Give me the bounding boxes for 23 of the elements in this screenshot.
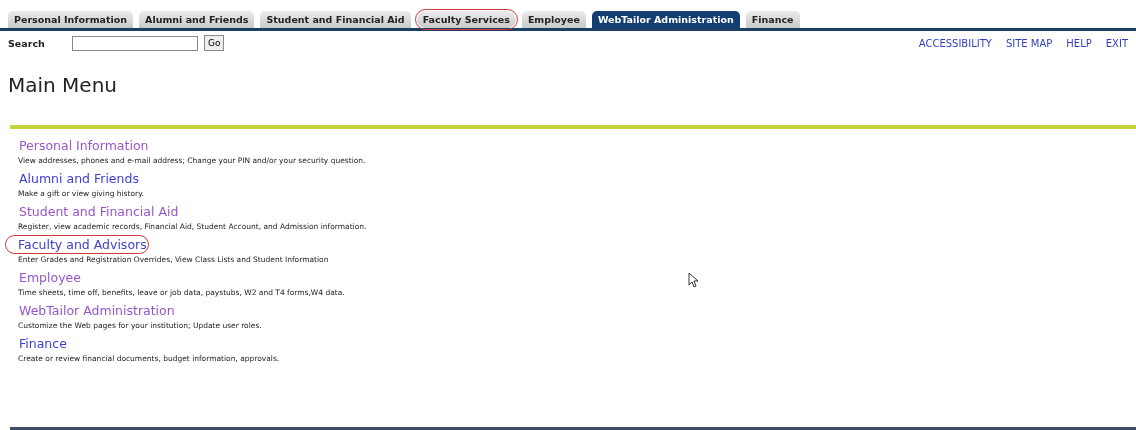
header-link[interactable]: SITE MAP [1005, 37, 1053, 49]
search-field[interactable] [72, 35, 198, 51]
go-button[interactable]: Go [204, 35, 225, 51]
menu-link[interactable]: Alumni and Friends [18, 170, 140, 187]
header-link[interactable]: HELP [1066, 37, 1092, 49]
nav-tab[interactable]: Employee [521, 11, 586, 28]
menu-link[interactable]: Finance [18, 335, 68, 352]
nav-tab[interactable]: Personal Information [8, 11, 134, 28]
nav-tab[interactable]: Alumni and Friends [139, 11, 255, 28]
nav-tab[interactable]: Student and Financial Aid [260, 11, 411, 28]
page-heading: Main Menu [8, 73, 118, 99]
nav-tab[interactable]: Faculty Services [416, 11, 516, 28]
cursor-icon [688, 272, 698, 288]
nav-tab[interactable]: WebTailor Administration [591, 11, 740, 28]
menu-link[interactable]: Student and Financial Aid [18, 203, 180, 220]
menu-link[interactable]: WebTailor Administration [18, 302, 176, 319]
menu-link[interactable]: Employee [18, 269, 82, 286]
header-link[interactable]: ACCESSIBILITY [918, 37, 992, 49]
menu-link[interactable]: Personal Information [18, 137, 150, 154]
menu-link[interactable]: Faculty and Advisors [6, 236, 148, 253]
search-label: Search [8, 37, 46, 49]
header-link[interactable]: EXIT [1105, 37, 1128, 49]
nav-tab[interactable]: Finance [745, 11, 800, 28]
